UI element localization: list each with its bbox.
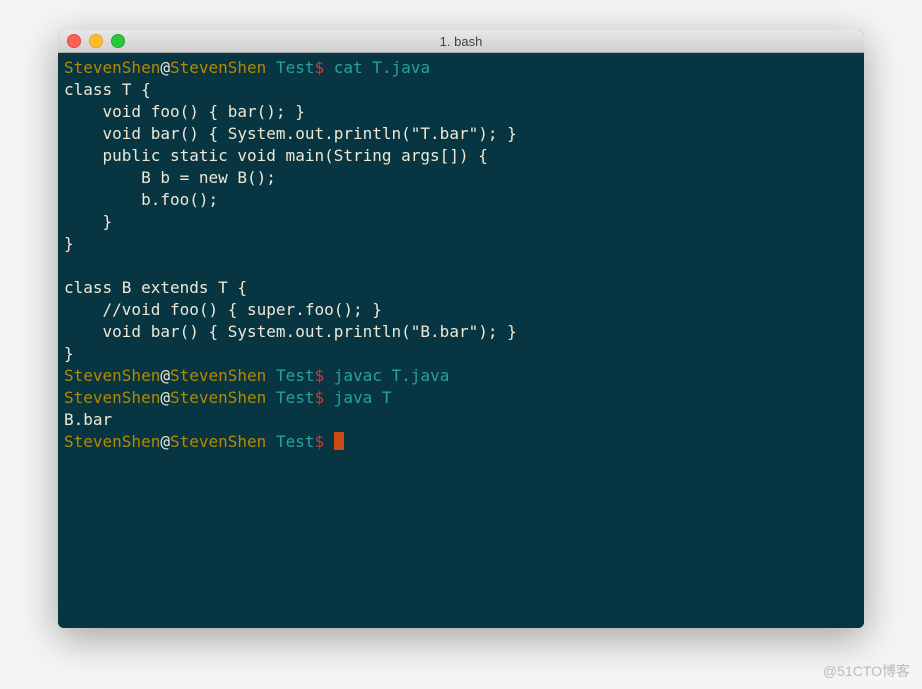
command-text: java T [324, 388, 391, 407]
window-title: 1. bash [58, 34, 864, 49]
prompt-dir: Test [276, 366, 315, 385]
prompt: StevenShen@StevenShen Test$ [64, 366, 324, 385]
watermark: @51CTO博客 [823, 661, 910, 681]
terminal-window: 1. bash StevenShen@StevenShen Test$ cat … [58, 30, 864, 628]
prompt-user: StevenShen [64, 58, 160, 77]
output-text: void bar() { System.out.println("B.bar")… [64, 322, 517, 341]
command-text: javac T.java [324, 366, 449, 385]
terminal-line: B.bar [64, 409, 858, 431]
prompt-at: @ [160, 58, 170, 77]
output-text: //void foo() { super.foo(); } [64, 300, 382, 319]
titlebar[interactable]: 1. bash [58, 30, 864, 53]
terminal-line: b.foo(); [64, 189, 858, 211]
terminal-body[interactable]: StevenShen@StevenShen Test$ cat T.javacl… [58, 53, 864, 628]
prompt-host: StevenShen [170, 366, 266, 385]
prompt-dollar: $ [314, 432, 324, 451]
terminal-line: class B extends T { [64, 277, 858, 299]
prompt-host: StevenShen [170, 58, 266, 77]
traffic-lights [58, 34, 125, 48]
terminal-line: } [64, 343, 858, 365]
output-text: public static void main(String args[]) { [64, 146, 488, 165]
output-text [64, 256, 74, 275]
output-text: } [64, 234, 74, 253]
terminal-line: StevenShen@StevenShen Test$ cat T.java [64, 57, 858, 79]
terminal-line: B b = new B(); [64, 167, 858, 189]
prompt-dir: Test [276, 388, 315, 407]
prompt-dir: Test [276, 58, 315, 77]
terminal-line: void bar() { System.out.println("B.bar")… [64, 321, 858, 343]
prompt-dollar: $ [314, 366, 324, 385]
terminal-line: StevenShen@StevenShen Test$ java T [64, 387, 858, 409]
terminal-line [64, 255, 858, 277]
terminal-line: } [64, 211, 858, 233]
prompt-at: @ [160, 388, 170, 407]
terminal-line: StevenShen@StevenShen Test$ [64, 431, 858, 453]
terminal-line: StevenShen@StevenShen Test$ javac T.java [64, 365, 858, 387]
terminal-line: void bar() { System.out.println("T.bar")… [64, 123, 858, 145]
zoom-icon[interactable] [111, 34, 125, 48]
terminal-line: } [64, 233, 858, 255]
terminal-line: public static void main(String args[]) { [64, 145, 858, 167]
prompt-user: StevenShen [64, 432, 160, 451]
output-text: void bar() { System.out.println("T.bar")… [64, 124, 517, 143]
output-text: void foo() { bar(); } [64, 102, 305, 121]
terminal-line: void foo() { bar(); } [64, 101, 858, 123]
output-text: class B extends T { [64, 278, 247, 297]
prompt-at: @ [160, 366, 170, 385]
output-text: class T { [64, 80, 151, 99]
terminal-line: //void foo() { super.foo(); } [64, 299, 858, 321]
prompt: StevenShen@StevenShen Test$ [64, 388, 324, 407]
output-text: B b = new B(); [64, 168, 276, 187]
prompt-host: StevenShen [170, 388, 266, 407]
prompt: StevenShen@StevenShen Test$ [64, 432, 324, 451]
output-text: b.foo(); [64, 190, 218, 209]
close-icon[interactable] [67, 34, 81, 48]
prompt-dollar: $ [314, 388, 324, 407]
prompt-dir: Test [276, 432, 315, 451]
prompt-host: StevenShen [170, 432, 266, 451]
command-text: cat T.java [324, 58, 430, 77]
output-text: B.bar [64, 410, 112, 429]
cursor [334, 432, 344, 450]
output-text: } [64, 212, 112, 231]
prompt-user: StevenShen [64, 366, 160, 385]
prompt: StevenShen@StevenShen Test$ [64, 58, 324, 77]
prompt-dollar: $ [314, 58, 324, 77]
prompt-at: @ [160, 432, 170, 451]
minimize-icon[interactable] [89, 34, 103, 48]
terminal-line: class T { [64, 79, 858, 101]
prompt-user: StevenShen [64, 388, 160, 407]
output-text: } [64, 344, 74, 363]
